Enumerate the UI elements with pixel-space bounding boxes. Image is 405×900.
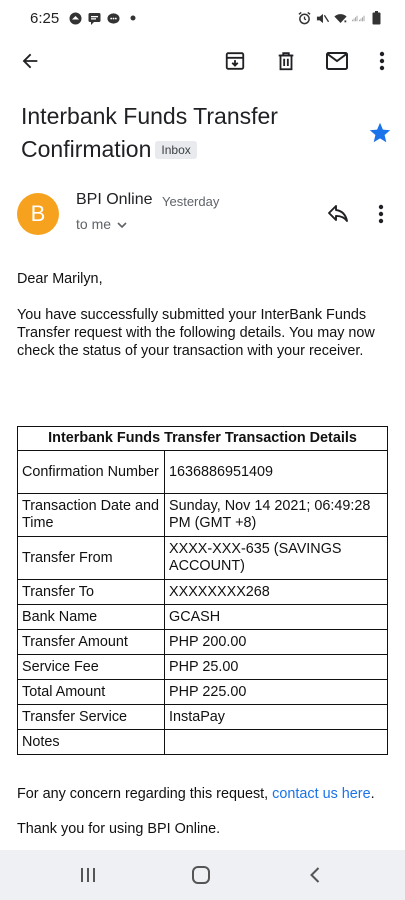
home-icon[interactable] xyxy=(189,864,213,886)
reply-icon[interactable] xyxy=(326,202,350,226)
back-icon[interactable] xyxy=(303,864,327,886)
email-time: Yesterday xyxy=(162,194,220,209)
table-row: Total Amount PHP 225.00 xyxy=(17,679,388,705)
email-toolbar xyxy=(0,36,405,86)
back-arrow-icon[interactable] xyxy=(17,48,43,74)
row-label: Transfer From xyxy=(17,536,165,580)
chevron-down-icon xyxy=(117,216,127,232)
email-subject: Interbank Funds Transfer Confirmation xyxy=(21,103,278,162)
table-row: Transfer Service InstaPay xyxy=(17,704,388,730)
system-nav-bar xyxy=(0,850,405,900)
row-value: PHP 25.00 xyxy=(164,654,388,680)
recent-apps-icon[interactable] xyxy=(76,864,100,886)
row-value: PHP 200.00 xyxy=(164,629,388,655)
row-value: XXXX-XXX-635 (SAVINGS ACCOUNT) xyxy=(164,536,388,580)
star-icon[interactable] xyxy=(368,121,392,145)
row-label: Bank Name xyxy=(17,604,165,630)
recipients-label: to me xyxy=(76,216,112,232)
dot-icon xyxy=(126,12,139,25)
row-label: Transaction Date and Time xyxy=(17,493,165,537)
sender-name: BPI Online xyxy=(76,191,153,208)
row-label: Service Fee xyxy=(17,654,165,680)
concern-lead: For any concern regarding this request, xyxy=(17,786,269,802)
row-label: Transfer Service xyxy=(17,704,165,730)
wifi-icon xyxy=(334,12,347,25)
row-value: XXXXXXXX268 xyxy=(164,579,388,605)
row-value: PHP 225.00 xyxy=(164,679,388,705)
inbox-label-badge[interactable]: Inbox xyxy=(155,140,197,159)
mark-unread-icon[interactable] xyxy=(324,48,350,74)
row-label: Confirmation Number xyxy=(17,450,165,494)
status-time: 6:25 xyxy=(30,9,60,27)
row-value xyxy=(164,729,388,755)
table-row: Bank Name GCASH xyxy=(17,604,388,630)
row-value: InstaPay xyxy=(164,704,388,730)
row-label: Notes xyxy=(17,729,165,755)
weather-icon xyxy=(69,12,82,25)
message-paragraph: You have successfully submitted your Int… xyxy=(17,307,375,359)
row-value: Sunday, Nov 14 2021; 06:49:28 PM (GMT +8… xyxy=(164,493,388,537)
avatar[interactable]: B xyxy=(17,193,59,235)
table-row: Transfer To XXXXXXXX268 xyxy=(17,579,388,605)
thanks-text: Thank you for using BPI Online. xyxy=(17,821,221,837)
row-label: Transfer Amount xyxy=(17,629,165,655)
table-row: Transfer From XXXX-XXX-635 (SAVINGS ACCO… xyxy=(17,536,388,580)
table-row: Service Fee PHP 25.00 xyxy=(17,654,388,680)
table-row: Confirmation Number 1636886951409 xyxy=(17,450,388,494)
archive-icon[interactable] xyxy=(222,48,248,74)
chat-icon xyxy=(107,12,120,25)
row-value: 1636886951409 xyxy=(164,450,388,494)
sender-more-icon[interactable] xyxy=(371,202,391,226)
sender-row: B BPI Online Yesterday to me xyxy=(0,186,405,242)
delete-icon[interactable] xyxy=(273,48,299,74)
table-row: Transaction Date and Time Sunday, Nov 14… xyxy=(17,493,388,537)
table-row: Transfer Amount PHP 200.00 xyxy=(17,629,388,655)
greeting: Dear Marilyn, xyxy=(17,271,103,287)
status-right xyxy=(298,11,383,25)
status-left: 6:25 xyxy=(30,10,139,27)
mute-icon xyxy=(316,12,329,25)
concern-text: For any concern regarding this request, … xyxy=(17,786,375,802)
subject-area: Interbank Funds Transfer Confirmation Inb… xyxy=(21,100,361,166)
concern-period: . xyxy=(370,786,375,802)
transaction-table: Interbank Funds Transfer Transaction Det… xyxy=(17,426,388,755)
row-value: GCASH xyxy=(164,604,388,630)
signal-icon xyxy=(352,12,365,25)
table-title: Interbank Funds Transfer Transaction Det… xyxy=(17,426,388,451)
row-label: Transfer To xyxy=(17,579,165,605)
table-row: Notes xyxy=(17,729,388,755)
contact-us-link[interactable]: contact us here xyxy=(272,786,370,802)
battery-icon xyxy=(370,11,383,25)
more-vert-icon[interactable] xyxy=(369,48,395,74)
message-icon xyxy=(88,12,101,25)
status-bar: 6:25 xyxy=(0,0,405,36)
alarm-icon xyxy=(298,11,311,25)
row-label: Total Amount xyxy=(17,679,165,705)
recipients-toggle[interactable]: to me xyxy=(76,216,127,232)
